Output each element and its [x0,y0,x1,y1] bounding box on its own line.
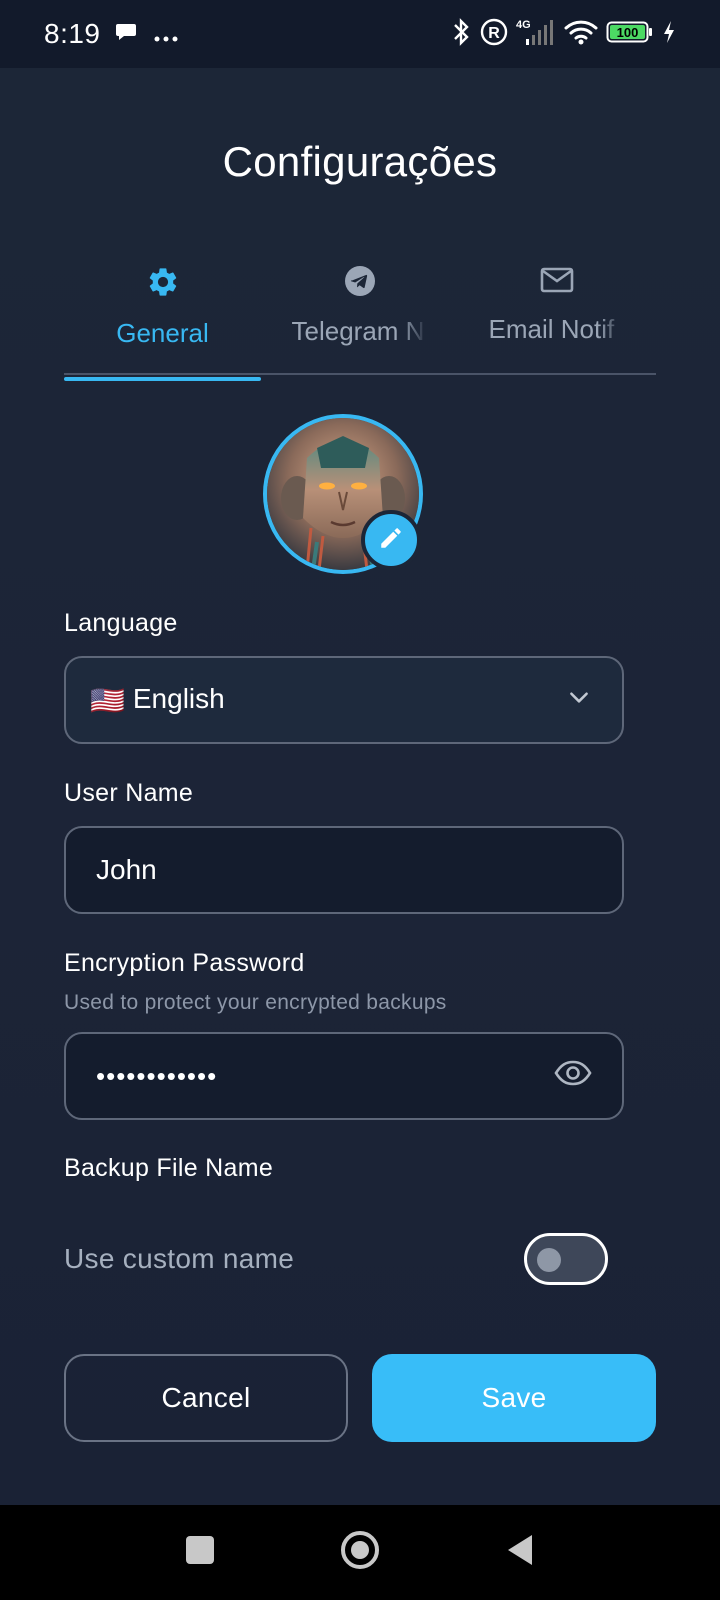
encryption-password-field[interactable]: •••••••••••• [64,1032,624,1120]
wifi-icon [564,19,598,50]
registered-icon: R [480,18,508,51]
chat-bubble-icon [115,18,139,50]
svg-text:R: R [488,25,500,42]
tab-label-email: Email Notif [488,314,615,344]
encryption-password-label: Encryption Password [64,949,305,977]
chevron-down-icon [566,684,592,717]
custom-name-toggle[interactable] [524,1233,608,1285]
username-label: User Name [64,779,194,807]
status-time: 8:19 [44,18,101,49]
password-value: •••••••••••• [96,1060,218,1091]
battery-icon: 100 [606,20,654,49]
cancel-button[interactable]: Cancel [64,1354,348,1442]
language-label: Language [64,609,178,637]
telegram-icon [344,265,376,302]
tab-label-telegram: Telegram N [291,316,425,346]
back-button[interactable] [440,1505,600,1600]
username-field[interactable]: John [64,826,624,914]
save-button[interactable]: Save [372,1354,656,1442]
active-tab-indicator [64,377,261,381]
eye-icon[interactable] [554,1060,592,1093]
backup-file-name-label: Backup File Name [64,1154,274,1182]
tab-telegram-notifications[interactable]: Telegram N [261,263,458,373]
battery-level: 100 [617,25,639,40]
encryption-password-hint: Used to protect your encrypted backups [64,991,447,1014]
gear-icon [146,265,180,304]
us-flag-icon: 🇺🇸 [90,685,125,717]
settings-screen: Configurações General Telegram N Email N… [0,68,720,1505]
home-circle-icon [339,1529,381,1576]
custom-name-row: Use custom name [64,1231,608,1287]
square-icon [184,1534,216,1571]
mail-icon [540,265,574,300]
custom-name-label: Use custom name [64,1243,295,1274]
toggle-knob [537,1248,561,1272]
network-label: 4G [516,19,531,31]
more-dots-icon [153,18,179,50]
bluetooth-icon [450,17,472,52]
status-bar: 8:19 R 4G 100 [0,0,720,68]
pencil-icon [378,525,404,556]
charging-icon [662,20,676,49]
avatar-container[interactable] [263,414,425,576]
signal-icon: 4G [516,17,556,52]
home-button[interactable] [280,1505,440,1600]
recents-button[interactable] [120,1505,280,1600]
language-value: English [132,682,225,714]
tab-label-general: General [116,318,209,348]
tab-general[interactable]: General [64,263,261,373]
page-title: Configurações [222,138,498,185]
tab-email-notifications[interactable]: Email Notif [458,263,655,373]
username-value: John [96,854,157,885]
language-value-group: 🇺🇸 English [90,683,225,717]
tab-bar: General Telegram N Email Notif [64,263,656,375]
back-triangle-icon [504,1533,536,1572]
system-nav-bar [0,1505,720,1600]
language-select[interactable]: 🇺🇸 English [64,656,624,744]
edit-avatar-button[interactable] [361,510,421,570]
